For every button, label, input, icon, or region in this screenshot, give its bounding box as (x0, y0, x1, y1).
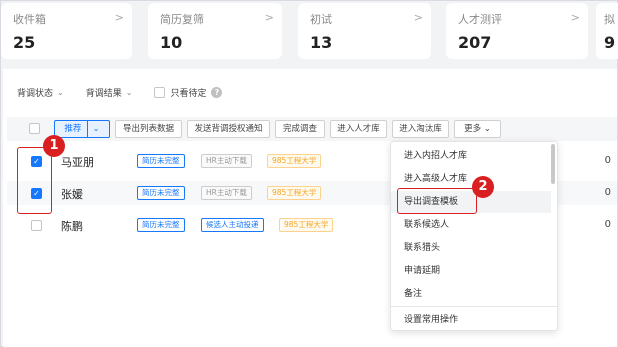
filter-status-label: 背调状态 (17, 89, 54, 99)
recommend-button[interactable]: 推荐 ⌄ (54, 120, 110, 138)
row-count: 0 (604, 219, 611, 230)
row-checkbox[interactable] (31, 220, 42, 231)
candidate-name[interactable]: 张媛 (61, 186, 83, 202)
menu-scrollbar[interactable] (551, 144, 555, 184)
more-actions-menu: 进入内招人才库 进入高级人才库 导出调查模板 联系候选人 联系猎头 申请延期 备… (390, 141, 558, 331)
tag-hr-download: HR主动下载 (201, 154, 252, 168)
tag-hr-download: HR主动下载 (201, 186, 252, 200)
stat-card-resume-rescreen[interactable]: 简历复筛 10 > (148, 3, 282, 59)
annotation-badge-1: 1 (43, 135, 65, 157)
to-talent-pool-button[interactable]: 进入人才库 (330, 120, 387, 138)
chevron-right-icon: > (413, 11, 423, 24)
tag-resume-incomplete: 简历未完整 (137, 186, 185, 200)
complete-survey-button[interactable]: 完成调查 (275, 120, 325, 138)
chevron-down-icon: ⌄ (125, 88, 133, 97)
export-list-button[interactable]: 导出列表数据 (115, 120, 182, 138)
stat-card-proposed[interactable]: 拟 9 (596, 3, 618, 59)
to-eliminate-pool-button[interactable]: 进入淘汰库 (392, 120, 449, 138)
annotation-box-export-template (397, 188, 477, 214)
send-auth-notice-button[interactable]: 发送背调授权通知 (187, 120, 270, 138)
stat-label: 拟 (604, 13, 615, 26)
chevron-right-icon: > (264, 11, 274, 24)
tag-985-university: 985工程大学 (279, 218, 334, 232)
candidate-name[interactable]: 马亚朋 (61, 154, 94, 170)
tag-candidate-applied: 候选人主动投递 (201, 218, 264, 232)
stat-value: 9 (604, 33, 616, 52)
bulk-action-toolbar: 推荐 ⌄ 导出列表数据 发送背调授权通知 完成调查 进入人才库 进入淘汰库 更多 … (7, 117, 617, 141)
chevron-down-icon[interactable]: ⌄ (87, 121, 100, 137)
help-icon[interactable]: ? (211, 87, 223, 98)
candidate-name[interactable]: 陈鹏 (61, 218, 83, 234)
pending-only-checkbox[interactable] (154, 87, 166, 98)
chevron-right-icon: > (570, 11, 580, 24)
filter-status-dropdown[interactable]: 背调状态 ⌄ (17, 86, 64, 99)
menu-item-set-common-actions[interactable]: 设置常用操作 (391, 309, 551, 331)
stat-card-inbox[interactable]: 收件箱 25 > (1, 3, 132, 59)
tag-resume-incomplete: 简历未完整 (137, 218, 185, 232)
recommend-label: 推荐 (64, 124, 82, 134)
menu-item-internal-talent-pool[interactable]: 进入内招人才库 (391, 145, 551, 167)
more-label: 更多 (464, 124, 482, 134)
row-count: 0 (604, 155, 611, 166)
filter-result-dropdown[interactable]: 背调结果 ⌄ (86, 86, 133, 99)
stat-card-talent-assessment[interactable]: 人才测评 207 > (446, 3, 588, 59)
chevron-down-icon: ⌄ (57, 88, 64, 97)
filter-result-label: 背调结果 (85, 89, 122, 99)
select-all-checkbox[interactable] (29, 123, 40, 134)
stat-value: 25 (13, 33, 36, 52)
stat-value: 207 (458, 33, 492, 52)
stat-cards: 收件箱 25 > 简历复筛 10 > 初试 13 > 人才测评 207 > 拟 … (1, 1, 618, 63)
annotation-box-checkboxes (17, 147, 52, 214)
stat-label: 简历复筛 (160, 13, 204, 26)
pending-only-toggle[interactable]: 只看待定 ? (154, 86, 223, 99)
menu-item-note[interactable]: 备注 (391, 283, 551, 305)
menu-divider (391, 306, 557, 307)
annotation-badge-2: 2 (472, 176, 494, 198)
tag-resume-incomplete: 简历未完整 (137, 154, 185, 168)
pending-only-label: 只看待定 (170, 89, 207, 99)
chevron-right-icon: > (114, 11, 124, 24)
stat-value: 13 (310, 33, 333, 52)
chevron-down-icon: ⌄ (483, 124, 491, 134)
stat-value: 10 (160, 33, 183, 52)
filter-bar: 背调状态 ⌄ 背调结果 ⌄ 只看待定 ? (17, 86, 244, 99)
tag-985-university: 985工程大学 (267, 154, 322, 168)
menu-item-contact-candidate[interactable]: 联系候选人 (391, 214, 551, 236)
more-actions-button[interactable]: 更多 ⌄ (454, 120, 501, 138)
tag-985-university: 985工程大学 (267, 186, 322, 200)
stat-card-first-interview[interactable]: 初试 13 > (298, 3, 431, 59)
menu-item-senior-talent-pool[interactable]: 进入高级人才库 (391, 168, 551, 190)
menu-item-request-extension[interactable]: 申请延期 (391, 260, 551, 282)
menu-item-contact-headhunter[interactable]: 联系猎头 (391, 237, 551, 259)
row-count: 0 (604, 187, 611, 198)
stat-label: 人才测评 (458, 13, 502, 26)
